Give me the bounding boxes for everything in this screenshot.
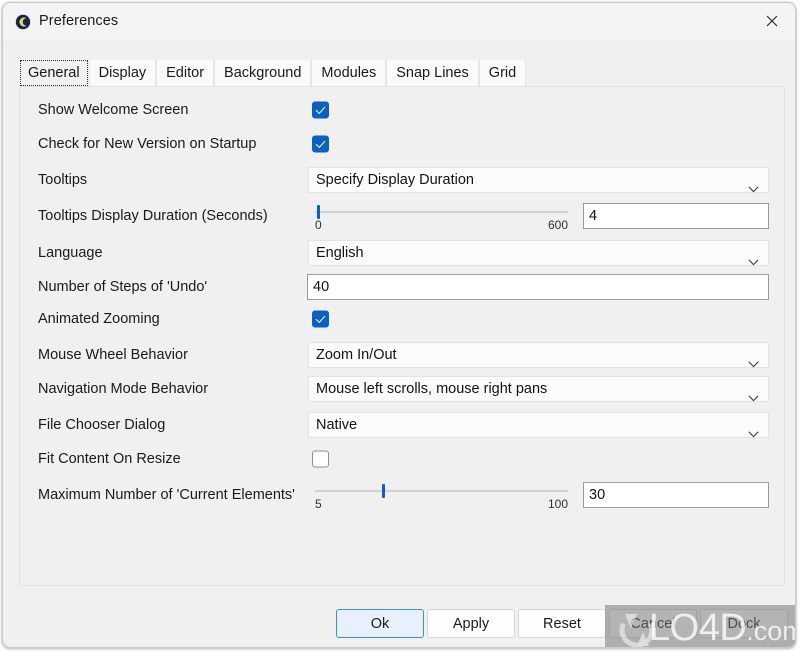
- checkbox-fit-content-on-resize[interactable]: [312, 450, 329, 468]
- slider-track: [315, 211, 568, 213]
- tab-background[interactable]: Background: [214, 60, 312, 86]
- slider-handle[interactable]: [381, 484, 385, 498]
- setting-label: Tooltips: [38, 172, 88, 188]
- slider-min-label: 5: [315, 497, 322, 511]
- textbox-value: 30: [589, 487, 606, 503]
- tab-label: General: [28, 65, 80, 81]
- button-label: Dock: [727, 615, 761, 632]
- setting-row: Tooltips Specify Display Duration: [20, 163, 784, 197]
- combobox-value: Specify Display Duration: [316, 172, 474, 188]
- slider-min-label: 0: [315, 218, 322, 232]
- setting-row: Number of Steps of 'Undo' 40: [20, 270, 784, 304]
- preferences-window: Preferences General Display Editor Backgrou…: [2, 2, 796, 648]
- checkbox-check-for-new-version-on-startup[interactable]: [312, 135, 329, 153]
- setting-row: Language English: [20, 236, 784, 270]
- tab-label: Background: [224, 65, 302, 81]
- title-bar: Preferences: [3, 3, 795, 41]
- cancel-button[interactable]: Cancel: [609, 609, 697, 638]
- setting-row: Mouse Wheel Behavior Zoom In/Out: [20, 338, 784, 372]
- textbox-number-of-steps-of-undo[interactable]: 40: [307, 274, 769, 300]
- setting-label: Animated Zooming: [38, 311, 160, 327]
- slider-max-label: 600: [547, 218, 568, 232]
- combobox-value: Mouse left scrolls, mouse right pans: [316, 381, 548, 397]
- tab-label: Display: [98, 65, 147, 81]
- combobox-value: Native: [316, 417, 358, 433]
- setting-row: File Chooser Dialog Native: [20, 408, 784, 442]
- settings-panel: Show Welcome Screen Check for New Version…: [19, 86, 785, 586]
- button-label: Reset: [543, 615, 581, 632]
- tab-label: Snap Lines: [396, 65, 469, 81]
- dock-button[interactable]: Dock: [700, 609, 788, 638]
- setting-row: Tooltips Display Duration (Seconds) 0 600 4: [20, 199, 784, 233]
- tab-label: Grid: [488, 65, 517, 81]
- setting-label: Navigation Mode Behavior: [38, 381, 209, 397]
- tab-general[interactable]: General: [20, 60, 88, 86]
- close-icon[interactable]: [749, 3, 795, 39]
- setting-label: File Chooser Dialog: [38, 417, 166, 433]
- slider-maximum-number-of-current-elements[interactable]: 5 100: [315, 478, 568, 512]
- chevron-down-icon: [748, 386, 759, 410]
- chevron-down-icon: [748, 177, 759, 201]
- setting-row: Navigation Mode Behavior Mouse left scrol…: [20, 372, 784, 406]
- textbox-tooltips-display-duration-seconds[interactable]: 4: [583, 203, 769, 229]
- checkbox-show-welcome-screen[interactable]: [312, 101, 329, 119]
- tab-label: Modules: [321, 65, 377, 81]
- setting-row: Show Welcome Screen: [20, 93, 784, 127]
- tab-grid[interactable]: Grid: [478, 60, 527, 86]
- combobox-file-chooser-dialog[interactable]: Native: [308, 412, 769, 438]
- setting-row: Animated Zooming: [20, 302, 784, 336]
- textbox-value: 40: [313, 279, 330, 295]
- button-label: Apply: [452, 615, 490, 632]
- combobox-navigation-mode-behavior[interactable]: Mouse left scrolls, mouse right pans: [308, 376, 769, 402]
- tab-editor[interactable]: Editor: [156, 60, 215, 86]
- setting-label: Tooltips Display Duration (Seconds): [38, 208, 268, 224]
- combobox-mouse-wheel-behavior[interactable]: Zoom In/Out: [308, 342, 769, 368]
- setting-label: Check for New Version on Startup: [38, 136, 257, 152]
- tab-strip: General Display Editor Background Modules Sna…: [19, 60, 785, 86]
- setting-label: Fit Content On Resize: [38, 451, 181, 467]
- apply-button[interactable]: Apply: [427, 609, 515, 638]
- combobox-language[interactable]: English: [308, 240, 769, 266]
- setting-label: Mouse Wheel Behavior: [38, 347, 188, 363]
- setting-row: Fit Content On Resize: [20, 442, 784, 476]
- tab-modules[interactable]: Modules: [311, 60, 387, 86]
- tab-label: Editor: [166, 65, 205, 81]
- slider-handle[interactable]: [316, 205, 320, 219]
- setting-row: Check for New Version on Startup: [20, 127, 784, 161]
- reset-button[interactable]: Reset: [518, 609, 606, 638]
- tab-display[interactable]: Display: [88, 60, 157, 86]
- setting-label: Maximum Number of 'Current Elements': [38, 487, 295, 503]
- checkbox-animated-zooming[interactable]: [312, 310, 329, 328]
- combobox-tooltips[interactable]: Specify Display Duration: [308, 167, 769, 193]
- slider-track: [315, 490, 568, 492]
- combobox-value: Zoom In/Out: [316, 347, 397, 363]
- slider-tooltips-display-duration-seconds[interactable]: 0 600: [315, 199, 568, 233]
- dialog-footer: Ok Apply Reset Cancel Dock: [3, 603, 795, 647]
- setting-label: Language: [38, 245, 103, 261]
- ok-button[interactable]: Ok: [336, 609, 424, 638]
- window-title: Preferences: [39, 13, 119, 29]
- app-icon: [15, 14, 31, 30]
- textbox-maximum-number-of-current-elements[interactable]: 30: [583, 482, 769, 508]
- textbox-value: 4: [589, 208, 598, 224]
- slider-max-label: 100: [547, 497, 568, 511]
- tab-snap-lines[interactable]: Snap Lines: [386, 60, 479, 86]
- setting-label: Show Welcome Screen: [38, 102, 189, 118]
- button-label: Cancel: [630, 615, 676, 632]
- setting-row: Maximum Number of 'Current Elements' 5 100…: [20, 478, 784, 512]
- button-label: Ok: [370, 615, 390, 632]
- setting-label: Number of Steps of 'Undo': [38, 279, 208, 295]
- combobox-value: English: [316, 245, 364, 261]
